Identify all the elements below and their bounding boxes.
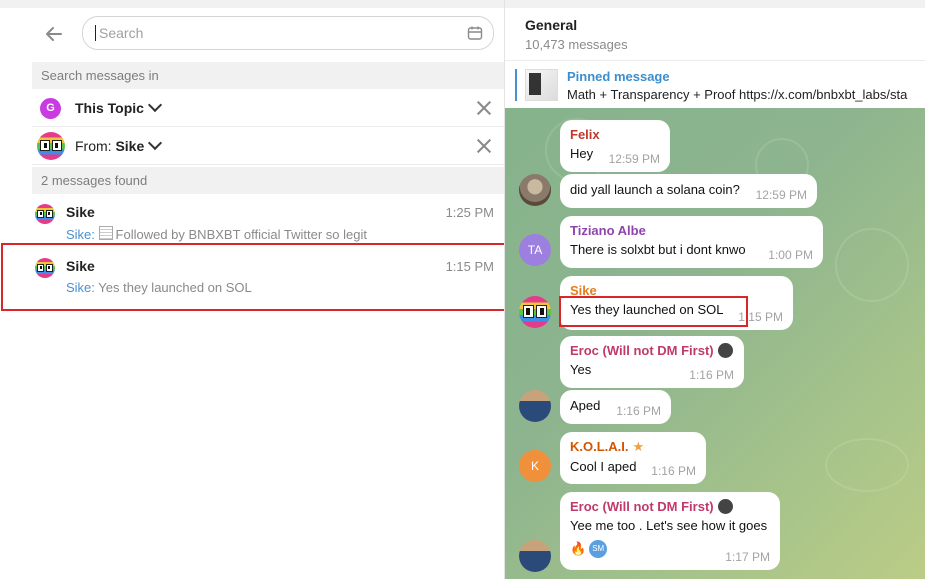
from-filter-label[interactable]: From: Sike [75,135,163,154]
message-bubble[interactable]: K.O.L.A.I. ★ Cool I aped 1:16 PM [560,432,706,484]
back-arrow-icon[interactable] [42,24,66,48]
result-sender: Sike [66,204,95,220]
message-bubble[interactable]: Aped 1:16 PM [560,390,671,424]
user-avatar[interactable]: K [519,450,551,482]
message-bubble[interactable]: Tiziano Albe There is solxbt but i dont … [560,216,823,268]
message-text: Aped [570,398,601,413]
search-input[interactable] [99,23,449,43]
close-icon[interactable] [476,138,492,154]
search-result[interactable]: Sike 1:25 PM Sike: Followed by BNBXBT of… [32,196,504,244]
search-in-label: Search messages in [32,62,504,89]
found-label: 2 messages found [32,167,504,194]
star-icon: ★ [632,439,645,454]
message-text: Cool I aped [570,459,637,474]
message-time: 1:16 PM [689,368,734,382]
message-time: 1:17 PM [725,550,770,564]
pinned-thumbnail [525,69,558,101]
message-text: There is solxbt but i dont knwo [570,242,746,257]
message-sender: Eroc (Will not DM First) [570,499,770,514]
document-icon [98,226,113,240]
result-highlight-box [1,243,509,311]
message-bubble[interactable]: Eroc (Will not DM First) Yes 1:16 PM [560,336,744,388]
message-time: 1:16 PM [651,464,696,478]
top-strip [0,0,925,8]
background-doodle [825,438,909,492]
message-bubble[interactable]: Eroc (Will not DM First) Yee me too . Le… [560,492,780,570]
message-bubble[interactable]: Felix Hey 12:59 PM [560,120,670,172]
message-text: Yee me too . Let's see how it goes [570,518,768,533]
badge-icon [717,343,733,358]
message-bubble[interactable]: did yall launch a solana coin? 12:59 PM [560,174,817,208]
message-sender: Felix [570,127,600,142]
fire-icon: 🔥 [570,541,587,556]
message-time: 1:00 PM [768,248,813,262]
message-sender: Tiziano Albe [570,223,646,238]
search-box[interactable] [82,16,494,50]
message-time: 1:16 PM [616,404,661,418]
user-avatar[interactable] [519,174,551,206]
message-sender: Eroc (Will not DM First) [570,343,734,358]
message-time: 12:59 PM [608,152,660,166]
user-avatar[interactable] [519,390,551,422]
chat-area: Felix Hey 12:59 PM did yall launch a sol… [505,108,925,579]
pinned-text: Math + Transparency + Proof https://x.co… [567,87,908,102]
chat-subtitle: 10,473 messages [525,37,628,52]
chat-header[interactable]: General 10,473 messages [505,8,925,60]
close-icon[interactable] [476,100,492,116]
result-snippet: Sike: Followed by BNBXBT official Twitte… [66,226,367,242]
sike-avatar[interactable] [519,296,551,328]
from-filter-row[interactable]: From: Sike [32,127,504,165]
message-sender: K.O.L.A.I. ★ [570,439,645,454]
pinned-message-bar[interactable]: Pinned message Math + Transparency + Pro… [505,60,925,108]
result-time: 1:25 PM [445,205,494,220]
text-caret [95,25,96,41]
message-time: 12:59 PM [755,188,807,202]
topic-avatar: G [40,98,61,119]
reaction-avatar: SM [589,539,608,558]
pin-accent-bar [515,69,517,101]
pinned-label: Pinned message [567,69,670,84]
badge-icon [717,499,733,514]
message-reactions[interactable]: 🔥 SM [570,539,608,559]
sike-avatar [35,204,55,224]
message-text: did yall launch a solana coin? [570,182,740,197]
user-avatar[interactable] [519,540,551,572]
message-text: Yes [570,362,592,377]
message-text: Hey [570,146,594,161]
sike-avatar [37,132,65,160]
topic-filter-label[interactable]: This Topic [75,97,163,116]
chat-title: General [525,17,578,33]
chevron-down-icon [147,97,163,113]
background-doodle [835,228,909,302]
calendar-icon[interactable] [467,25,483,41]
topic-filter-row[interactable]: G This Topic [32,89,504,127]
message-highlight-box [559,296,748,327]
user-avatar[interactable]: TA [519,234,551,266]
chevron-down-icon [148,135,163,151]
